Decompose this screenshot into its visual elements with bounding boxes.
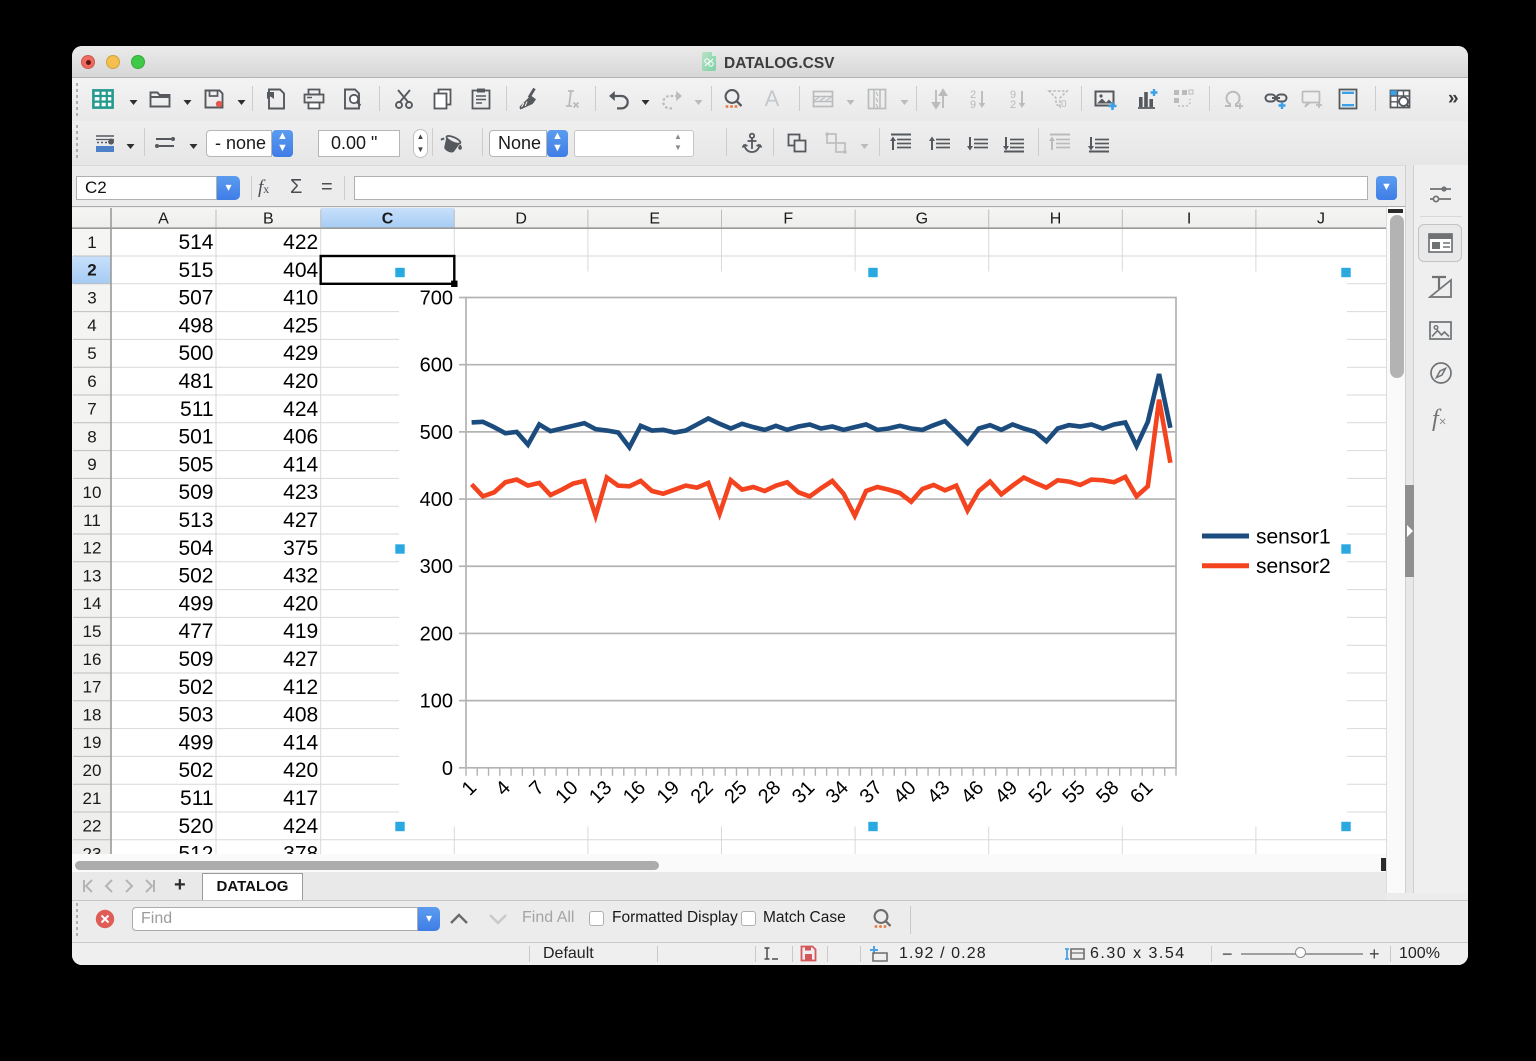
svg-text:429: 429 [283, 342, 318, 365]
svg-text:17: 17 [83, 677, 102, 696]
svg-text:D: D [515, 210, 527, 227]
svg-text:4: 4 [87, 316, 96, 335]
svg-text:100: 100 [420, 690, 453, 712]
svg-text:A: A [765, 86, 780, 111]
svg-text:417: 417 [283, 787, 318, 810]
svg-text:0: 0 [442, 757, 453, 779]
svg-text:5: 5 [87, 344, 96, 363]
svg-text:498: 498 [178, 314, 213, 337]
svg-text:J: J [1317, 210, 1325, 227]
svg-text:432: 432 [283, 564, 318, 587]
svg-text:9: 9 [87, 455, 96, 474]
svg-text:300: 300 [420, 556, 453, 578]
svg-text:22: 22 [83, 816, 102, 835]
svg-text:G: G [916, 210, 928, 227]
svg-text:410: 410 [283, 286, 318, 309]
svg-text:420: 420 [283, 592, 318, 615]
svg-text:A: A [158, 210, 169, 227]
svg-text:E: E [649, 210, 660, 227]
svg-text:499: 499 [178, 592, 213, 615]
svg-text:502: 502 [178, 759, 213, 782]
svg-text:515: 515 [178, 258, 213, 281]
svg-text:420: 420 [283, 370, 318, 393]
svg-text:414: 414 [283, 453, 318, 476]
svg-text:1: 1 [87, 232, 96, 251]
svg-text:425: 425 [283, 314, 318, 337]
svg-text:18: 18 [83, 705, 102, 724]
svg-text:H: H [1050, 210, 1062, 227]
svg-text:600: 600 [420, 354, 453, 376]
svg-text:700: 700 [420, 287, 453, 309]
svg-text:3: 3 [87, 288, 96, 307]
svg-text:7: 7 [87, 399, 96, 418]
svg-text:509: 509 [178, 648, 213, 671]
svg-text:507: 507 [178, 286, 213, 309]
svg-text:477: 477 [178, 620, 213, 643]
svg-text:427: 427 [283, 648, 318, 671]
svg-text:500: 500 [420, 421, 453, 443]
svg-text:513: 513 [178, 509, 213, 532]
svg-text:20: 20 [83, 761, 102, 780]
svg-text:505: 505 [178, 453, 213, 476]
svg-text:408: 408 [283, 703, 318, 726]
svg-text:sensor1: sensor1 [1256, 525, 1331, 548]
svg-text:378: 378 [283, 842, 318, 854]
svg-text:9: 9 [970, 99, 976, 111]
svg-text:512: 512 [178, 842, 213, 854]
svg-text:15: 15 [83, 622, 102, 641]
svg-text:2: 2 [1010, 99, 1016, 111]
svg-text:423: 423 [283, 481, 318, 504]
svg-text:19: 19 [83, 733, 102, 752]
svg-text:13: 13 [83, 566, 102, 585]
svg-text:8: 8 [87, 427, 96, 446]
svg-text:419: 419 [283, 620, 318, 643]
svg-text:16: 16 [83, 649, 102, 668]
svg-text:502: 502 [178, 675, 213, 698]
svg-text:12: 12 [83, 538, 102, 557]
svg-text:427: 427 [283, 509, 318, 532]
svg-text:412: 412 [283, 675, 318, 698]
svg-text:23: 23 [83, 844, 102, 854]
svg-text:C: C [382, 210, 394, 227]
svg-text:14: 14 [83, 594, 102, 613]
svg-text:414: 414 [283, 731, 318, 754]
svg-text:520: 520 [178, 814, 213, 837]
svg-text:B: B [263, 210, 274, 227]
svg-text:200: 200 [420, 623, 453, 645]
svg-text:400: 400 [420, 489, 453, 511]
svg-text:499: 499 [178, 731, 213, 754]
svg-text:509: 509 [178, 481, 213, 504]
svg-text:504: 504 [178, 536, 213, 559]
svg-text:11: 11 [83, 510, 101, 529]
svg-text:6: 6 [87, 371, 96, 390]
svg-text:21: 21 [83, 788, 102, 807]
svg-text:503: 503 [178, 703, 213, 726]
svg-text:2: 2 [87, 260, 96, 279]
svg-text:481: 481 [178, 370, 213, 393]
svg-text:406: 406 [283, 425, 318, 448]
svg-text:424: 424 [283, 397, 318, 420]
svg-text:501: 501 [178, 425, 213, 448]
svg-text:I: I [1187, 210, 1191, 227]
svg-text:10: 10 [83, 483, 102, 502]
svg-text:424: 424 [283, 814, 318, 837]
svg-text:0: 0 [1061, 99, 1067, 110]
svg-text:500: 500 [178, 342, 213, 365]
svg-text:511: 511 [180, 787, 213, 810]
svg-text:F: F [783, 210, 793, 227]
svg-text:404: 404 [283, 258, 318, 281]
svg-text:sensor2: sensor2 [1256, 555, 1331, 578]
svg-text:422: 422 [283, 231, 318, 254]
svg-text:514: 514 [178, 231, 213, 254]
svg-text:502: 502 [178, 564, 213, 587]
svg-text:420: 420 [283, 759, 318, 782]
svg-text:375: 375 [283, 536, 318, 559]
svg-text:511: 511 [180, 397, 213, 420]
